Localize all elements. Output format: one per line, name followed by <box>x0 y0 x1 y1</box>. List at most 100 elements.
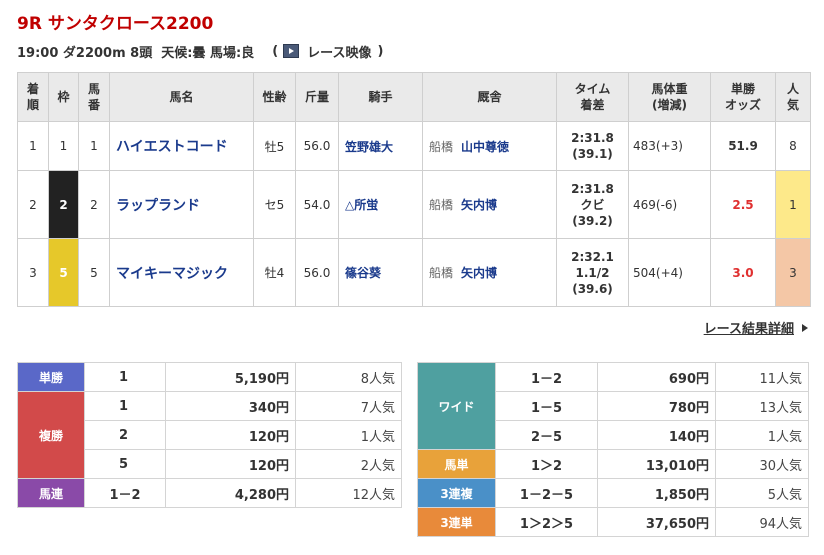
sex-age-cell: 牡4 <box>253 238 296 307</box>
time-cell: 2:31.8 (39.1) <box>556 121 629 171</box>
payout-combination: 1－2 <box>495 362 598 392</box>
odds-cell: 51.9 <box>710 121 776 171</box>
popularity-cell: 8 <box>775 121 811 171</box>
time-cell: 2:32.1 1.1/2 (39.6) <box>556 238 629 307</box>
rank-cell: 1 <box>17 121 49 171</box>
results-header-row: 着 順 枠 馬 番 馬名 性齢 斤量 騎手 厩舎 タイム 着差 馬体重 (増減)… <box>17 72 811 122</box>
video-open-paren: ( <box>272 43 279 59</box>
waku-cell: 1 <box>48 121 79 171</box>
header-waku: 枠 <box>48 72 79 122</box>
last-3f: (39.1) <box>572 147 613 161</box>
payout-amount: 780円 <box>597 391 716 421</box>
trainer-link[interactable]: 矢内博 <box>461 198 497 212</box>
jockey-link[interactable]: 篠谷葵 <box>345 266 381 280</box>
payout-popularity: 11人気 <box>715 362 809 392</box>
bet-type-sanrentan: 3連単 <box>417 507 496 537</box>
payout-combination: 2－5 <box>495 420 598 450</box>
sex-age-cell: セ5 <box>253 170 296 239</box>
header-sex-age: 性齢 <box>253 72 296 122</box>
payout-popularity: 1人気 <box>295 420 402 450</box>
horse-name-link[interactable]: ラップランド <box>116 198 200 214</box>
payout-amount: 120円 <box>165 420 296 450</box>
rank-cell: 2 <box>17 170 49 239</box>
payout-amount: 37,650円 <box>597 507 716 537</box>
payout-combination: 1－5 <box>495 391 598 421</box>
video-label[interactable]: レース映像 <box>307 42 371 61</box>
finish-time: 2:31.8 <box>571 131 614 145</box>
trainer-cell: 船橋 山中尊徳 <box>422 121 557 171</box>
finish-margin: 1.1/2 <box>575 265 610 280</box>
payout-amount: 1,850円 <box>597 478 716 508</box>
finish-time: 2:32.1 <box>571 249 614 264</box>
table-row: 3 5 5 マイキーマジック 牡4 56.0 篠谷葵 船橋 矢内博 2:32.1 1… <box>17 238 811 307</box>
race-video-link[interactable]: ( レース映像 ) <box>272 42 383 61</box>
payout-amount: 5,190円 <box>165 362 296 392</box>
table-row: 1 1 1 ハイエストコード 牡5 56.0 笠野雄大 船橋 山中尊徳 2:31.… <box>17 121 811 171</box>
horse-number-cell: 1 <box>78 121 110 171</box>
payout-table-right: ワイド 1－2 690円 11人気 1－5 780円 13人気 2－5 140円… <box>417 362 809 537</box>
jockey-link[interactable]: 笠野雄大 <box>345 140 393 154</box>
header-trainer: 厩舎 <box>422 72 557 122</box>
payout-popularity: 5人気 <box>715 478 809 508</box>
payout-popularity: 8人気 <box>295 362 402 392</box>
popularity-cell: 3 <box>775 238 811 307</box>
last-3f: (39.6) <box>572 281 613 296</box>
payout-popularity: 7人気 <box>295 391 402 421</box>
race-info-bar: 19:00 ダ2200m 8頭 天候:曇 馬場:良 ( レース映像 ) <box>17 42 383 61</box>
payout-combination: 1－2 <box>84 478 166 508</box>
header-popularity: 人 気 <box>775 72 811 122</box>
header-rank: 着 順 <box>17 72 49 122</box>
detail-link-label[interactable]: レース結果詳細 <box>704 318 794 337</box>
header-body-weight: 馬体重 (増減) <box>628 72 711 122</box>
payout-row-umaren: 馬連 1－2 4,280円 12人気 <box>17 478 402 508</box>
weight-cell: 56.0 <box>295 121 339 171</box>
header-jockey: 騎手 <box>338 72 423 122</box>
waku-cell: 2 <box>48 170 79 239</box>
bet-type-fukusho: 複勝 <box>17 391 85 479</box>
bet-type-sanrenpuku: 3連複 <box>417 478 496 508</box>
jockey-link[interactable]: △所蛍 <box>345 198 378 212</box>
race-result-detail-link[interactable]: レース結果詳細 <box>704 318 808 337</box>
payout-popularity: 1人気 <box>715 420 809 450</box>
trainer-link[interactable]: 矢内博 <box>461 266 497 280</box>
jockey-cell: △所蛍 <box>338 170 423 239</box>
trainer-location: 船橋 <box>429 139 454 154</box>
payout-row-tansho: 単勝 1 5,190円 8人気 <box>17 362 402 392</box>
sex-age-cell: 牡5 <box>253 121 296 171</box>
payout-popularity: 30人気 <box>715 449 809 479</box>
header-odds: 単勝 オッズ <box>710 72 776 122</box>
odds-cell: 2.5 <box>710 170 776 239</box>
payout-amount: 13,010円 <box>597 449 716 479</box>
payout-popularity: 2人気 <box>295 449 402 479</box>
horse-name-cell: マイキーマジック <box>109 238 254 307</box>
odds-cell: 3.0 <box>710 238 776 307</box>
table-row: 2 2 2 ラップランド セ5 54.0 △所蛍 船橋 矢内博 2:31.8 クビ(… <box>17 170 811 239</box>
trainer-cell: 船橋 矢内博 <box>422 170 557 239</box>
trainer-location: 船橋 <box>429 266 454 280</box>
header-time: タイム 着差 <box>556 72 629 122</box>
payout-combination: 1＞2 <box>495 449 598 479</box>
horse-name-cell: ハイエストコード <box>109 121 254 171</box>
body-weight-cell: 504(+4) <box>628 238 711 307</box>
finish-time: 2:31.8 <box>571 181 614 196</box>
horse-name-link[interactable]: マイキーマジック <box>116 266 228 282</box>
rank-cell: 3 <box>17 238 49 307</box>
horse-name-link[interactable]: ハイエストコード <box>116 139 228 155</box>
waku-cell: 5 <box>48 238 79 307</box>
payout-row-umatan: 馬単 1＞2 13,010円 30人気 <box>417 449 809 479</box>
payout-combination: 2 <box>84 420 166 450</box>
video-close-paren: ) <box>377 43 384 59</box>
bet-type-umatan: 馬単 <box>417 449 496 479</box>
payout-combination: 1 <box>84 391 166 421</box>
payout-row-sanrentan: 3連単 1＞2＞5 37,650円 94人気 <box>417 507 809 537</box>
payout-amount: 340円 <box>165 391 296 421</box>
payout-row-wide: ワイド 1－2 690円 11人気 <box>417 362 809 450</box>
bet-type-tansho: 単勝 <box>17 362 85 392</box>
payout-amount: 120円 <box>165 449 296 479</box>
payout-amount: 690円 <box>597 362 716 392</box>
trainer-link[interactable]: 山中尊徳 <box>461 140 509 154</box>
payout-combination: 1－2－5 <box>495 478 598 508</box>
payout-combination: 5 <box>84 449 166 479</box>
weight-cell: 56.0 <box>295 238 339 307</box>
header-horse-name: 馬名 <box>109 72 254 122</box>
